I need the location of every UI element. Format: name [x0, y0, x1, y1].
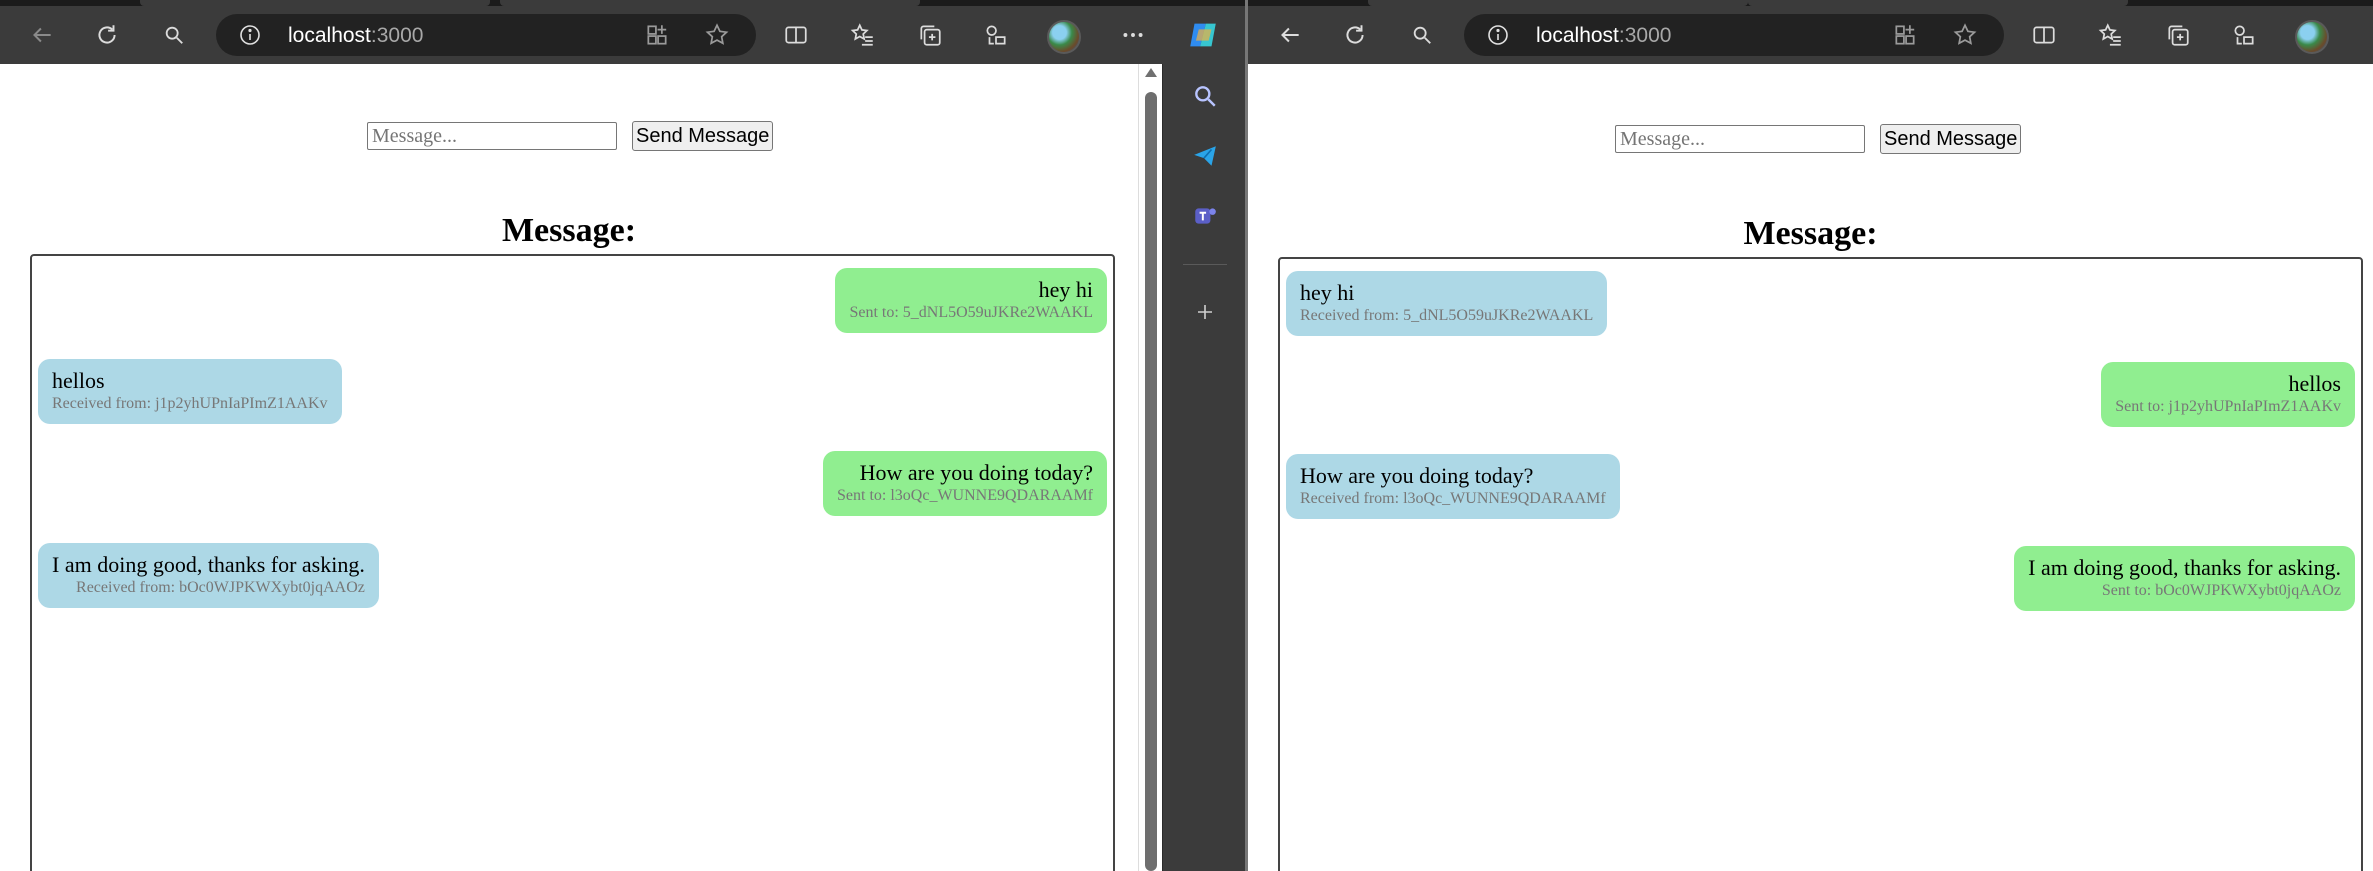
star-icon[interactable] — [1952, 22, 1978, 48]
split-screen-icon[interactable] — [2026, 17, 2062, 53]
extensions-icon[interactable] — [2226, 17, 2262, 53]
message-composer: Send Message — [367, 121, 774, 151]
info-icon[interactable] — [1486, 23, 1510, 47]
address-bar[interactable]: localhost:3000 — [1464, 14, 2004, 56]
message-meta: Sent to: j1p2yhUPnIaPImZ1AAKv — [2115, 398, 2341, 415]
message-bubble-received: How are you doing today? Received from: … — [1286, 454, 1620, 519]
message-text: How are you doing today? — [859, 460, 1093, 485]
message-bubble-sent: hellos Sent to: j1p2yhUPnIaPImZ1AAKv — [2101, 362, 2355, 427]
message-meta: Received from: bOc0WJPKWXybt0jqAAOz — [76, 579, 365, 596]
message-meta: Received from: 5_dNL5O59uJKRe2WAAKL — [1300, 307, 1594, 324]
message-meta: Sent to: bOc0WJPKWXybt0jqAAOz — [2101, 582, 2341, 599]
message-bubble-sent: I am doing good, thanks for asking. Sent… — [2014, 546, 2355, 611]
side-panel-divider — [1183, 264, 1227, 265]
message-bubble-received: hey hi Received from: 5_dNL5O59uJKRe2WAA… — [1286, 271, 1608, 336]
star-icon[interactable] — [704, 22, 730, 48]
message-bubble-received: hellos Received from: j1p2yhUPnIaPImZ1AA… — [38, 359, 342, 424]
side-send-icon[interactable] — [1187, 138, 1223, 174]
back-arrow-icon[interactable] — [1272, 17, 1308, 53]
browser-toolbar: localhost:3000 — [1248, 6, 2373, 64]
favorites-icon[interactable] — [845, 17, 881, 53]
send-message-button[interactable]: Send Message — [632, 121, 774, 151]
url-host: localhost — [288, 24, 371, 47]
favorites-icon[interactable] — [2093, 17, 2129, 53]
url-port: :3000 — [370, 24, 424, 47]
message-text: hey hi — [1038, 277, 1093, 302]
search-icon[interactable] — [1404, 17, 1440, 53]
plus-icon[interactable] — [1187, 294, 1223, 330]
message-composer: Send Message — [1615, 124, 2022, 154]
messages-heading: Message: — [501, 212, 637, 249]
browser-window-left: localhost:3000 Send Message Message: — [0, 0, 1245, 871]
message-meta: Received from: l3oQc_WUNNE9QDARAAMf — [1300, 490, 1606, 507]
refresh-icon[interactable] — [89, 17, 125, 53]
more-icon[interactable] — [1115, 17, 1151, 53]
message-meta: Received from: j1p2yhUPnIaPImZ1AAKv — [52, 395, 328, 412]
extensions-icon[interactable] — [978, 17, 1014, 53]
message-text: hey hi — [1300, 280, 1355, 305]
page-scrollbar[interactable] — [1138, 64, 1162, 871]
apps-icon[interactable] — [644, 22, 670, 48]
side-teams-icon[interactable] — [1187, 198, 1223, 234]
browser-window-right: localhost:3000 Send Message Message: hey… — [1248, 0, 2373, 871]
message-text: I am doing good, thanks for asking. — [52, 552, 365, 577]
message-input[interactable] — [1615, 125, 1865, 153]
back-arrow-icon[interactable] — [24, 17, 60, 53]
profile-avatar[interactable] — [2295, 20, 2329, 54]
scroll-up-arrow-icon[interactable] — [1145, 68, 1157, 77]
profile-avatar[interactable] — [1047, 20, 1081, 54]
address-bar[interactable]: localhost:3000 — [216, 14, 756, 56]
message-text: I am doing good, thanks for asking. — [2028, 555, 2341, 580]
collections-icon[interactable] — [912, 17, 948, 53]
address-url[interactable]: localhost:3000 — [288, 24, 423, 48]
refresh-icon[interactable] — [1337, 17, 1373, 53]
message-list: hey hi Received from: 5_dNL5O59uJKRe2WAA… — [1278, 257, 2363, 871]
message-bubble-received: I am doing good, thanks for asking. Rece… — [38, 543, 379, 608]
apps-icon[interactable] — [1892, 22, 1918, 48]
page-viewport: Send Message Message: hey hi Sent to: 5_… — [0, 64, 1138, 871]
message-bubble-sent: How are you doing today? Sent to: l3oQc_… — [823, 451, 1107, 516]
message-text: hellos — [2288, 371, 2341, 396]
scroll-thumb[interactable] — [1145, 92, 1157, 871]
address-url[interactable]: localhost:3000 — [1536, 24, 1671, 48]
message-text: How are you doing today? — [1300, 463, 1534, 488]
split-screen-icon[interactable] — [778, 17, 814, 53]
search-icon[interactable] — [156, 17, 192, 53]
url-port: :3000 — [1618, 24, 1672, 47]
message-list: hey hi Sent to: 5_dNL5O59uJKRe2WAAKL hel… — [30, 254, 1115, 871]
message-meta: Sent to: l3oQc_WUNNE9QDARAAMf — [837, 487, 1093, 504]
copilot-icon[interactable] — [1185, 17, 1221, 53]
message-text: hellos — [52, 368, 105, 393]
message-meta: Sent to: 5_dNL5O59uJKRe2WAAKL — [849, 304, 1093, 321]
browser-side-panel — [1162, 64, 1245, 871]
message-bubble-sent: hey hi Sent to: 5_dNL5O59uJKRe2WAAKL — [835, 268, 1107, 333]
page-viewport: Send Message Message: hey hi Received fr… — [1248, 64, 2373, 871]
send-message-button[interactable]: Send Message — [1880, 124, 2022, 154]
browser-toolbar: localhost:3000 — [0, 6, 1245, 64]
side-search-icon[interactable] — [1187, 78, 1223, 114]
url-host: localhost — [1536, 24, 1619, 47]
collections-icon[interactable] — [2160, 17, 2196, 53]
message-input[interactable] — [367, 122, 617, 150]
messages-heading: Message: — [1743, 215, 1878, 252]
info-icon[interactable] — [238, 23, 262, 47]
